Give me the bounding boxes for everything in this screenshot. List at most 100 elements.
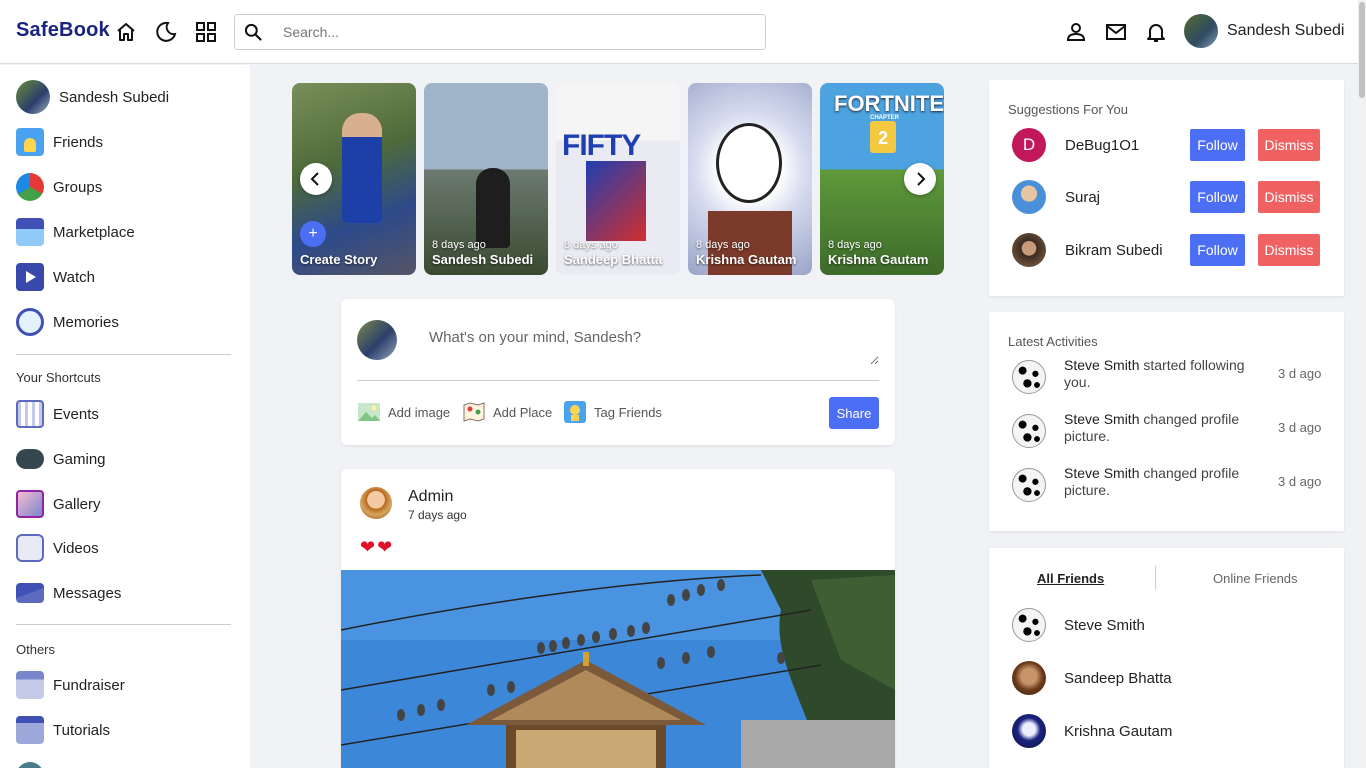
story-card[interactable]: 8 days ago Krishna Gautam [688,83,812,275]
tab-all-friends[interactable]: All Friends [1037,571,1104,586]
sidebar-item-videos[interactable]: Videos [16,534,99,562]
sidebar-divider [16,354,231,355]
create-story-label: Create Story [300,252,378,267]
post-reactions[interactable]: ❤❤ [360,537,394,558]
sidebar-item-more[interactable] [16,762,44,768]
friends-tabs: All Friends Online Friends [989,566,1344,592]
sidebar-item-marketplace[interactable]: Marketplace [16,218,135,246]
story-person-image [342,113,382,223]
tutorials-icon [16,716,44,744]
sidebar-item-groups[interactable]: Groups [16,173,102,201]
chevron-left-icon [310,172,319,186]
scrollbar-thumb[interactable] [1359,2,1365,98]
messages-icon [16,583,44,603]
share-button[interactable]: Share [829,397,879,429]
story-card[interactable]: 8 days ago Sandesh Subedi [424,83,548,275]
follow-button[interactable]: Follow [1190,129,1245,161]
dark-mode-icon[interactable] [154,20,178,44]
activity-time: 3 d ago [1278,420,1322,435]
composer-avatar [357,320,397,360]
activity-actor: Steve Smith [1064,411,1140,427]
sidebar-item-tutorials[interactable]: Tutorials [16,716,110,744]
follow-button[interactable]: Follow [1190,234,1245,266]
shortcuts-heading: Your Shortcuts [16,370,101,385]
videos-icon [16,534,44,562]
sidebar-profile-name: Sandesh Subedi [59,88,170,106]
profile-avatar [16,80,50,114]
follow-button[interactable]: Follow [1190,181,1245,213]
left-sidebar: Sandesh Subedi Friends Groups Marketplac… [0,65,250,768]
sidebar-item-friends[interactable]: Friends [16,128,103,156]
search-input[interactable] [283,24,723,40]
post-timestamp: 7 days ago [408,508,467,522]
sidebar-item-label: Groups [53,178,103,196]
home-icon[interactable] [114,20,138,44]
gallery-icon [16,490,44,518]
top-navbar: SafeBook Sandesh Subedi [0,0,1358,64]
story-card[interactable]: FIFTY 8 days ago Sandeep Bhatta [556,83,680,275]
activity-avatar [1012,414,1046,448]
profile-icon[interactable] [1064,20,1088,44]
dismiss-button[interactable]: Dismiss [1258,234,1320,266]
activity-text: Steve Smith changed profile picture. [1064,411,1269,445]
page-scrollbar[interactable] [1358,0,1366,768]
sidebar-item-watch[interactable]: Watch [16,263,95,291]
sidebar-item-gallery[interactable]: Gallery [16,490,101,518]
add-place-button[interactable]: Add Place [462,400,552,424]
chevron-right-icon [917,172,926,186]
sidebar-profile[interactable]: Sandesh Subedi [16,80,169,114]
search-bar [234,14,766,50]
story-name: Krishna Gautam [828,252,929,267]
stories-next-button[interactable] [904,163,936,195]
sidebar-item-messages[interactable]: Messages [16,579,121,607]
create-story-plus-button[interactable]: + [300,221,326,247]
suggestion-avatar: D [1012,128,1046,162]
sidebar-item-memories[interactable]: Memories [16,308,119,336]
apps-grid-icon[interactable] [194,20,218,44]
user-menu[interactable]: Sandesh Subedi [1184,14,1344,48]
sidebar-item-label: Fundraiser [53,676,125,694]
suggestion-item[interactable]: D DeBug1O1 [1012,128,1139,162]
friend-name: Steve Smith [1064,616,1145,634]
sidebar-item-label: Messages [53,584,122,602]
suggestions-card: Suggestions For You D DeBug1O1 Follow Di… [989,80,1344,296]
friend-avatar [1012,661,1046,695]
friend-item[interactable]: Steve Smith [1012,608,1145,642]
friend-item[interactable]: Sandeep Bhatta [1012,661,1172,695]
sidebar-item-label: Gallery [53,495,101,513]
story-player-image [586,161,646,241]
sidebar-item-events[interactable]: Events [16,400,99,428]
post-text-input[interactable] [421,323,879,365]
sidebar-item-gaming[interactable]: Gaming [16,445,106,473]
activity-avatar [1012,468,1046,502]
story-name: Sandeep Bhatta [564,252,663,267]
post-author-name[interactable]: Admin [408,488,453,506]
activity-actor: Steve Smith [1064,357,1140,373]
friends-card: All Friends Online Friends Steve Smith S… [989,548,1344,768]
post-image[interactable] [341,570,895,768]
tab-online-friends[interactable]: Online Friends [1213,571,1298,586]
friend-avatar [1012,714,1046,748]
stories-prev-button[interactable] [300,163,332,195]
story-name: Sandesh Subedi [432,252,534,267]
sidebar-item-fundraiser[interactable]: Fundraiser [16,671,125,699]
suggestion-item[interactable]: Bikram Subedi [1012,233,1163,267]
sidebar-item-label: Friends [53,133,104,151]
suggestions-title: Suggestions For You [1008,102,1128,117]
app-logo[interactable]: SafeBook [16,19,110,42]
story-person-image [476,168,510,248]
suggestion-item[interactable]: Suraj [1012,180,1100,214]
mail-icon[interactable] [1104,20,1128,44]
tag-friends-button[interactable]: Tag Friends [563,400,662,424]
story-time: 8 days ago [828,239,882,251]
dismiss-button[interactable]: Dismiss [1258,181,1320,213]
notification-bell-icon[interactable] [1144,20,1168,44]
add-image-button[interactable]: Add image [357,400,450,424]
others-heading: Others [16,642,56,657]
post-author-avatar[interactable] [360,487,392,519]
fundraiser-icon [16,671,44,699]
tab-divider [1155,566,1156,590]
friend-item[interactable]: Krishna Gautam [1012,714,1172,748]
activity-avatar [1012,360,1046,394]
dismiss-button[interactable]: Dismiss [1258,129,1320,161]
